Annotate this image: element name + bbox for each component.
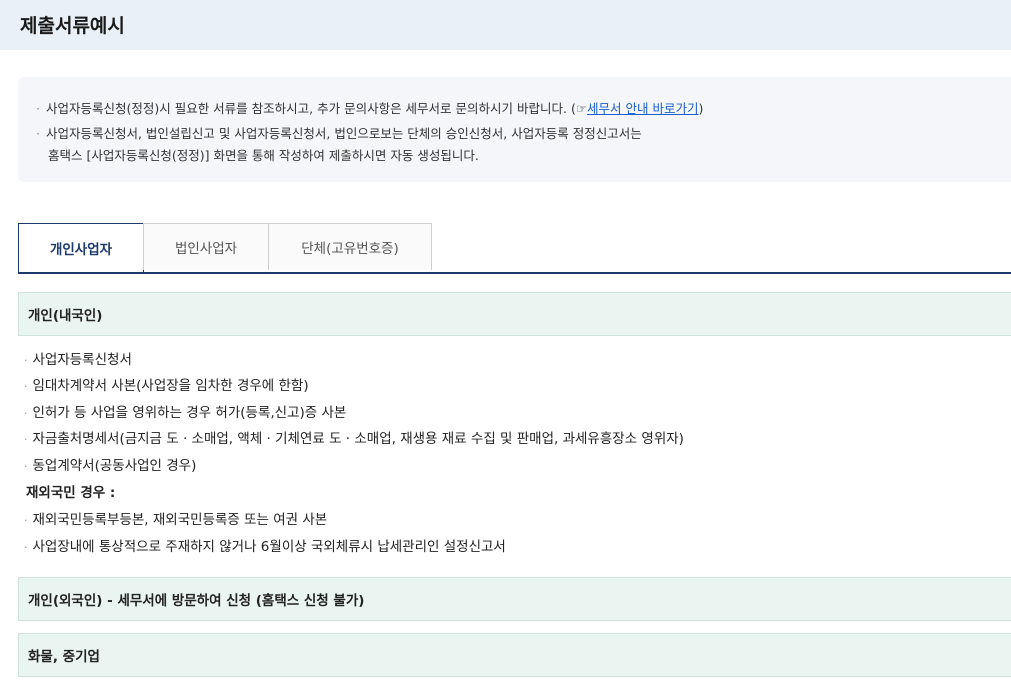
notice-box: · 사업자등록신청(정정)시 필요한 서류를 참조하시고, 추가 문의사항은 세무… (18, 77, 1011, 182)
notice-text: 사업자등록신청(정정)시 필요한 서류를 참조하시고, 추가 문의사항은 세무서… (45, 101, 576, 116)
section-domestic-header[interactable]: 개인(내국인) (18, 292, 1011, 336)
list-item: · 자금출처명세서(금지금 도 · 소매업, 액체 · 기체연료 도 · 소매업,… (24, 431, 684, 447)
page-header: 제출서류예시 (0, 0, 1011, 50)
list-item: · 동업계약서(공동사업인 경우) (24, 458, 197, 474)
notice-line-1: · 사업자등록신청(정정)시 필요한 서류를 참조하시고, 추가 문의사항은 세무… (36, 98, 703, 117)
list-item: · 재외국민등록부등본, 재외국민등록증 또는 여권 사본 (24, 512, 328, 528)
tab-organization[interactable]: 단체(고유번호증) (268, 223, 432, 270)
tax-office-guide-link[interactable]: 세무서 안내 바로가기 (587, 101, 698, 116)
pointing-hand-icon: ☞ (575, 101, 588, 116)
list-item: · 사업자등록신청서 (24, 352, 132, 368)
notice-line-2: · 사업자등록신청서, 법인설립신고 및 사업자등록신청서, 법인으로보는 단체의… (36, 123, 642, 142)
list-item: · 임대차계약서 사본(사업장을 임차한 경우에 한함) (24, 378, 309, 394)
bullet-dot: · (36, 126, 40, 141)
overseas-heading: 재외국민 경우 : (26, 485, 116, 501)
bullet-dot: · (36, 101, 40, 116)
list-item: · 사업장내에 통상적으로 주재하지 않거나 6월이상 국외체류시 납세관리인 설… (24, 539, 506, 555)
notice-text: 사업자등록신청서, 법인설립신고 및 사업자등록신청서, 법인으로보는 단체의 … (45, 126, 642, 141)
tab-corporate-business[interactable]: 법인사업자 (143, 223, 269, 270)
tab-bar: 개인사업자 법인사업자 단체(고유번호증) (18, 223, 1011, 274)
tab-individual-business[interactable]: 개인사업자 (18, 223, 144, 272)
list-item: · 인허가 등 사업을 영위하는 경우 허가(등록,신고)증 사본 (24, 405, 347, 421)
notice-text-close: ) (698, 101, 704, 116)
page-title: 제출서류예시 (20, 15, 125, 37)
section-foreigner-header[interactable]: 개인(외국인) - 세무서에 방문하여 신청 (홈택스 신청 불가) (18, 577, 1011, 621)
section-cargo-header[interactable]: 화물, 중기업 (18, 633, 1011, 677)
notice-line-3: 홈택스 [사업자등록신청(정정)] 화면을 통해 작성하여 제출하시면 자동 생… (48, 148, 479, 163)
